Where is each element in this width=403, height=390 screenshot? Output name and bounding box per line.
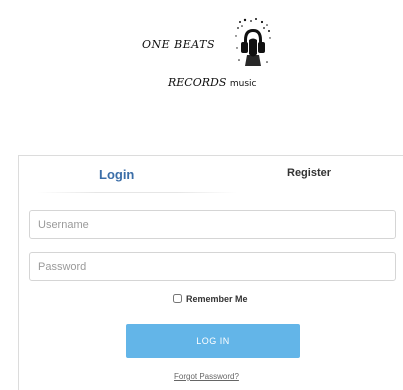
logo-line-2-text: RECORDS — [168, 76, 227, 89]
remember-me[interactable]: Remember Me — [173, 294, 248, 304]
logo-line-1: ONE BEATS — [142, 38, 215, 51]
password-input[interactable] — [29, 252, 396, 281]
remember-me-label: Remember Me — [186, 294, 248, 304]
brand-logo: ONE BEATS RECORDS music — [138, 12, 298, 112]
logo-line-2: RECORDS music — [168, 76, 257, 89]
login-button[interactable]: LOG IN — [126, 324, 300, 358]
tab-bar: Login Register — [19, 156, 403, 193]
tab-register[interactable]: Register — [287, 167, 331, 179]
login-panel: Login Register Remember Me LOG IN Forgot… — [18, 155, 403, 390]
forgot-password-link[interactable]: Forgot Password? — [174, 372, 239, 381]
headphones-figure-icon — [235, 18, 271, 66]
username-input[interactable] — [29, 210, 396, 239]
logo-line-2-suffix: music — [229, 79, 257, 89]
tab-login[interactable]: Login — [99, 167, 134, 182]
remember-me-checkbox[interactable] — [173, 294, 182, 303]
tab-divider — [37, 192, 237, 193]
